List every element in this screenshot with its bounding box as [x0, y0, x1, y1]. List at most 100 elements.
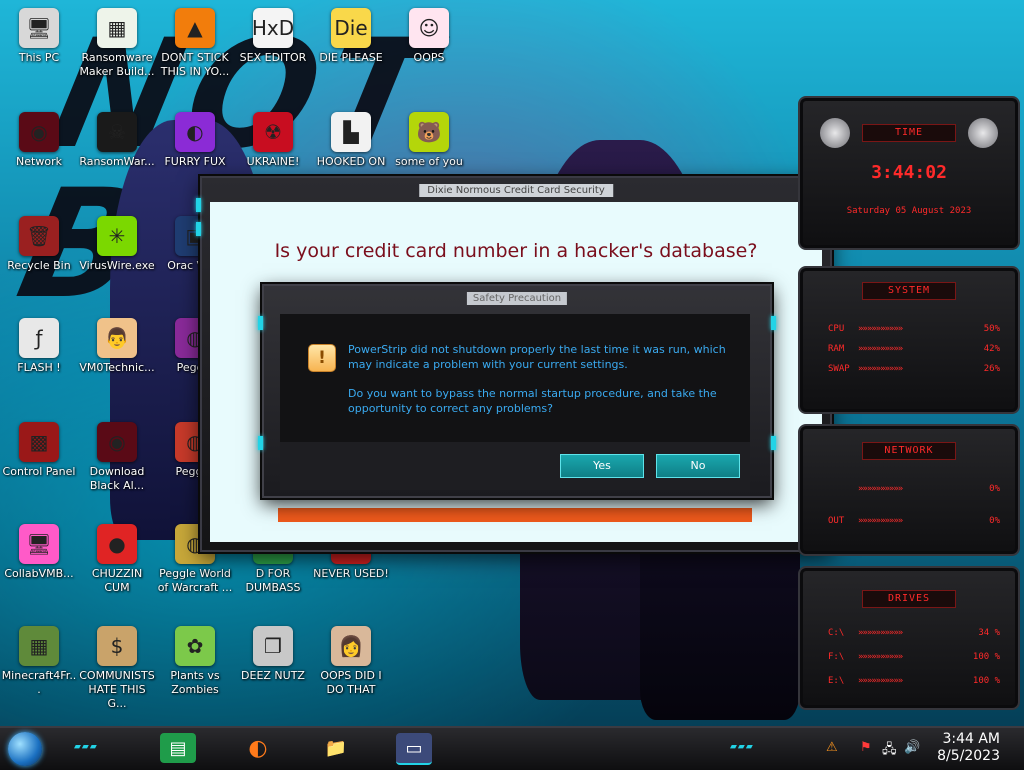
desktop-icon[interactable]: ▲ DONT STICK THIS IN YO... — [156, 8, 234, 79]
desktop-icon-label: OOPS DID I DO THAT — [320, 669, 382, 696]
desktop-icon-glyph: ▙ — [331, 112, 371, 152]
system-row: RAM »»»»»»»»»» 42% — [828, 344, 1000, 356]
widget-date: Saturday 05 August 2023 — [846, 206, 972, 216]
orange-progress-bar — [278, 508, 752, 522]
drives-row-bar: »»»»»»»»»» — [858, 652, 903, 662]
desktop-icon-glyph: ● — [97, 524, 137, 564]
desktop-icon-glyph: ✿ — [175, 626, 215, 666]
taskbar-decoration: ▰▰▰ — [74, 742, 98, 752]
desktop-icon[interactable]: 👨 VM0Technic... — [78, 318, 156, 375]
desktop-icon[interactable]: ☺ OOPS — [390, 8, 468, 65]
taskbar-file-explorer[interactable]: 📁 — [318, 733, 354, 763]
desktop-icon-label: VirusWire.exe — [79, 259, 155, 272]
desktop-icon-glyph: ❐ — [253, 626, 293, 666]
taskbar-credit-card-app[interactable]: ▭ — [396, 733, 432, 765]
desktop-icon-label: FURRY FUX — [164, 155, 226, 168]
message-text: PowerStrip did not shutdown properly the… — [348, 343, 726, 371]
desktop-icon[interactable]: ▦ Minecraft4Fr... — [0, 626, 78, 697]
desktop-icon[interactable]: HxD SEX EDITOR — [234, 8, 312, 65]
desktop-icon-label: DEEZ NUTZ — [241, 669, 305, 682]
system-row-bar: »»»»»»»»»» — [858, 344, 903, 354]
desktop-icon-label: FLASH ! — [17, 361, 61, 374]
frame-accent — [196, 198, 201, 212]
desktop-icon[interactable]: ❐ DEEZ NUTZ — [234, 626, 312, 683]
desktop-icon-label: Plants vs Zombies — [170, 669, 220, 696]
desktop-icon[interactable]: ✿ Plants vs Zombies — [156, 626, 234, 697]
desktop-icon[interactable]: ☠ RansomWar... — [78, 112, 156, 169]
system-row-label: RAM — [828, 344, 845, 354]
desktop-icon-glyph: 👩 — [331, 626, 371, 666]
time-widget-title: TIME — [862, 124, 956, 142]
desktop-icon[interactable]: $ COMMUNISTS HATE THIS G... — [78, 626, 156, 711]
desktop-icon[interactable]: 🗑 Recycle Bin — [0, 216, 78, 273]
alien-logo-icon — [820, 118, 850, 148]
desktop-icon[interactable]: 🐻 some of you — [390, 112, 468, 169]
inner-dialog-title: Safety Precaution — [466, 292, 568, 305]
desktop-icon[interactable]: ☢ UKRAINE! — [234, 112, 312, 169]
network-row-value: 0% — [989, 484, 1000, 494]
desktop-icon-label: Network — [16, 155, 62, 168]
taskbar-clock[interactable]: 3:44 AM 8/5/2023 — [937, 731, 1000, 765]
safety-precaution-dialog[interactable]: Safety Precaution ! PowerStrip did not s… — [258, 284, 776, 498]
desktop-icon[interactable]: Die DIE PLEASE — [312, 8, 390, 65]
drives-row: C:\ »»»»»»»»»» 34 % — [828, 628, 1000, 640]
frame-accent — [258, 436, 263, 450]
desktop-icon-glyph: $ — [97, 626, 137, 666]
network-row-bar: »»»»»»»»»» — [858, 516, 903, 526]
desktop-icon[interactable]: ◉ Download Black Al... — [78, 422, 156, 493]
desktop-icon[interactable]: 🖥 This PC — [0, 8, 78, 65]
desktop-icon-glyph: HxD — [252, 8, 294, 48]
desktop-icon-label: Minecraft4Fr... — [1, 669, 77, 696]
desktop-icon-label: Download Black Al... — [89, 465, 145, 492]
question-text: Do you want to bypass the normal startup… — [348, 387, 717, 415]
taskbar-notes-app[interactable]: ▤ — [160, 733, 196, 763]
drives-widget: DRIVES C:\ »»»»»»»»»» 34 % F:\ »»»»»»»»»» 100… — [798, 566, 1020, 710]
desktop-icon[interactable]: ◉ Network — [0, 112, 78, 169]
flag-icon[interactable]: ⚑ — [860, 740, 872, 755]
desktop-icon-label: DIE PLEASE — [319, 51, 383, 64]
volume-icon[interactable]: 🔊 — [904, 740, 920, 755]
desktop-icon[interactable]: 🖥 CollabVMB... — [0, 524, 78, 581]
system-row: SWAP »»»»»»»»»» 26% — [828, 364, 1000, 376]
main-dialog-titlebar[interactable]: Dixie Normous Credit Card Security — [202, 178, 830, 202]
taskbar: ▰▰▰ ▤ ◐ 📁 ▭ ▰▰▰ ⚠ ⚑ 🖧 🔊 3:44 AM 8/5/2023 — [0, 726, 1024, 770]
network-icon[interactable]: 🖧 — [882, 740, 897, 762]
desktop-icon-glyph: ☺ — [409, 8, 449, 48]
desktop-icon-glyph: ▦ — [97, 8, 137, 48]
desktop-icon-glyph: ◉ — [97, 422, 137, 462]
desktop-icon[interactable]: ◐ FURRY FUX — [156, 112, 234, 169]
desktop-icon-glyph: ▦ — [19, 626, 59, 666]
taskbar-firefox[interactable]: ◐ — [240, 733, 276, 763]
desktop-icon-glyph: ◉ — [19, 112, 59, 152]
system-row-bar: »»»»»»»»»» — [858, 364, 903, 374]
system-row-value: 42% — [983, 344, 1000, 354]
desktop-icon-label: RansomWar... — [79, 155, 155, 168]
desktop-icon[interactable]: ▦ Ransomware Maker Build... — [78, 8, 156, 79]
drives-row-label: E:\ — [828, 676, 845, 686]
system-row: CPU »»»»»»»»»» 50% — [828, 324, 1000, 336]
taskbar-time: 3:44 AM — [942, 731, 1000, 747]
network-row-bar: »»»»»»»»»» — [858, 484, 903, 494]
desktop-icon-label: COMMUNISTS HATE THIS G... — [79, 669, 155, 710]
no-button[interactable]: No — [656, 454, 740, 478]
desktop-icon[interactable]: ▙ HOOKED ON — [312, 112, 390, 169]
desktop-icon-label: SEX EDITOR — [239, 51, 307, 64]
start-button[interactable] — [8, 732, 42, 766]
tray-app-icon[interactable]: ⚠ — [826, 740, 838, 755]
taskbar-decoration: ▰▰▰ — [730, 742, 754, 752]
desktop-icon[interactable]: ✳ VirusWire.exe — [78, 216, 156, 273]
desktop-icon[interactable]: ● CHUZZIN CUM — [78, 524, 156, 595]
system-widget-title: SYSTEM — [862, 282, 956, 300]
desktop-icon-glyph: 🖥 — [19, 8, 59, 48]
system-row-label: CPU — [828, 324, 845, 334]
desktop-icon-glyph: 🐻 — [409, 112, 449, 152]
desktop-icon[interactable]: ▩ Control Panel — [0, 422, 78, 479]
desktop-icon[interactable]: ƒ FLASH ! — [0, 318, 78, 375]
desktop-icon[interactable]: 👩 OOPS DID I DO THAT — [312, 626, 390, 697]
desktop-icon-label: This PC — [18, 51, 60, 64]
system-row-label: SWAP — [828, 364, 850, 374]
system-row-bar: »»»»»»»»»» — [858, 324, 903, 334]
widget-clock: 3:44:02 — [871, 162, 947, 183]
yes-button[interactable]: Yes — [560, 454, 644, 478]
desktop-icon-label: CollabVMB... — [4, 567, 74, 580]
